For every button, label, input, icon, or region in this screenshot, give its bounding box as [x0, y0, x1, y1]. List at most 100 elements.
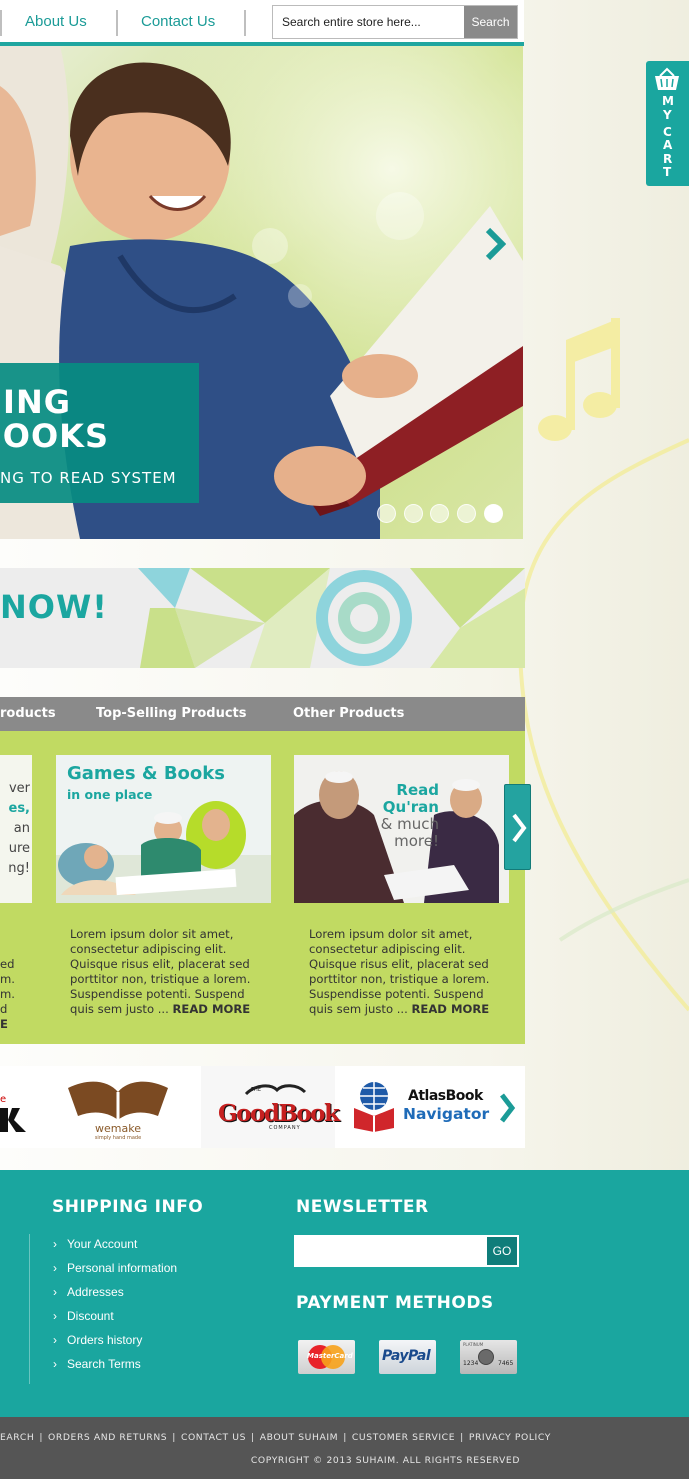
- partial-line: ed: [0, 957, 15, 971]
- brand-tagline: simply hand made: [94, 1135, 142, 1141]
- footer-link-addresses[interactable]: › Addresses: [53, 1285, 124, 1299]
- bottom-link-customer-service[interactable]: CUSTOMER SERVICE: [352, 1432, 455, 1443]
- promo-banner[interactable]: NOW!: [0, 568, 525, 668]
- caption-line: Qu'ran: [382, 798, 439, 816]
- partial-text: es,: [8, 801, 31, 816]
- search-button[interactable]: Search: [464, 6, 517, 38]
- footer-link-discount[interactable]: › Discount: [53, 1309, 114, 1323]
- brand-name-1: AtlasBook: [408, 1088, 483, 1104]
- brand-prefix: THE: [251, 1087, 261, 1093]
- product-image-games-books[interactable]: Games & Books in one place: [56, 755, 271, 903]
- cart-letter: T: [663, 165, 672, 179]
- partial-line: m.: [0, 972, 15, 986]
- partial-line: m.: [0, 987, 15, 1001]
- cart-letter: A: [663, 138, 673, 152]
- hero-next-arrow-icon[interactable]: [484, 226, 506, 262]
- bottom-links: EARCH | ORDERS AND RETURNS | CONTACT US | ABOU…: [0, 1432, 551, 1443]
- brand-carousel: e wemake simply hand made THE GoodBook C…: [0, 1066, 525, 1148]
- bottom-bar: EARCH | ORDERS AND RETURNS | CONTACT US | ABOU…: [0, 1417, 689, 1479]
- brand-logo-partial[interactable]: e: [0, 1066, 30, 1148]
- cart-letter: Y: [663, 108, 672, 122]
- american-express-icon: PLATINUM American Express 1234 7465: [460, 1340, 517, 1374]
- bottom-link-orders-returns[interactable]: ORDERS AND RETURNS: [48, 1432, 167, 1443]
- read-more-link[interactable]: READ MORE: [172, 1002, 250, 1016]
- nav-separator: [0, 10, 2, 36]
- brands-next-arrow-icon[interactable]: [498, 1092, 516, 1124]
- tab-other-products[interactable]: Other Products: [293, 706, 404, 721]
- product-image-title: Games & Books: [67, 763, 225, 784]
- footer-link-label: Addresses: [67, 1285, 124, 1299]
- footer-link-search-terms[interactable]: › Search Terms: [53, 1357, 141, 1371]
- newsletter-email-input[interactable]: [295, 1236, 487, 1266]
- hero-caption-panel: NING BOOKS NG TO READ SYSTEM: [0, 363, 199, 503]
- footer-divider: [29, 1234, 30, 1384]
- partial-text: ure: [8, 841, 30, 856]
- newsletter-title: NEWSLETTER: [296, 1197, 429, 1217]
- payment-name: American Express: [460, 1340, 461, 1341]
- partial-line: d: [0, 1002, 8, 1016]
- footer-link-your-account[interactable]: › Your Account: [53, 1237, 137, 1251]
- brand-logo-goodbook[interactable]: THE GoodBook COMPANY: [201, 1066, 340, 1148]
- bottom-link-search[interactable]: EARCH: [0, 1432, 34, 1443]
- caption-line: & much: [380, 815, 439, 833]
- payment-name: PayPal: [382, 1348, 431, 1364]
- svg-text:e: e: [0, 1094, 6, 1105]
- product-image-subtitle: in one place: [67, 787, 153, 802]
- brand-name-2: Navigator: [403, 1105, 490, 1123]
- bottom-link-about[interactable]: ABOUT SUHAIM: [260, 1432, 339, 1443]
- hero-title-line-1: NING: [0, 383, 71, 421]
- payment-methods-title: PAYMENT METHODS: [296, 1293, 494, 1313]
- bottom-link-contact-us[interactable]: CONTACT US: [181, 1432, 246, 1443]
- product-image-caption: Read Qu'ran & much more!: [381, 782, 439, 850]
- nav-separator: [116, 10, 118, 36]
- nav-separator: [244, 10, 246, 36]
- chevron-right-icon: ›: [53, 1261, 57, 1275]
- footer-link-label: Your Account: [67, 1237, 138, 1251]
- brand-name: wemake: [95, 1122, 141, 1135]
- footer-link-orders-history[interactable]: › Orders history: [53, 1333, 142, 1347]
- product-image-read-quran[interactable]: Read Qu'ran & much more!: [294, 755, 509, 903]
- product-description-partial: ed m. m. d E: [0, 957, 15, 1032]
- chevron-right-icon: ›: [53, 1333, 57, 1347]
- newsletter-go-button[interactable]: GO: [487, 1237, 517, 1265]
- brand-name: GoodBook: [218, 1100, 340, 1127]
- my-cart-tab[interactable]: M Y C A R T: [646, 61, 689, 186]
- footer: SHIPPING INFO › Your Account › Personal in…: [0, 1170, 689, 1417]
- chevron-right-icon: ›: [53, 1285, 57, 1299]
- tab-top-selling[interactable]: Top-Selling Products: [96, 706, 247, 721]
- slider-dot[interactable]: [377, 504, 396, 523]
- cart-letter: C: [663, 125, 672, 139]
- brand-logo-atlasbook[interactable]: AtlasBook Navigator: [350, 1066, 498, 1148]
- nav-link-about-us[interactable]: About Us: [25, 13, 87, 30]
- footer-link-personal-information[interactable]: › Personal information: [53, 1261, 177, 1275]
- chevron-right-icon: ›: [53, 1237, 57, 1251]
- music-note-icon: [538, 318, 620, 441]
- product-next-button[interactable]: [504, 784, 531, 870]
- slider-dot[interactable]: [404, 504, 423, 523]
- tab-products[interactable]: roducts: [0, 706, 56, 721]
- basket-icon: [655, 67, 679, 90]
- partial-text: an: [13, 821, 30, 836]
- nav-link-contact-us[interactable]: Contact Us: [141, 13, 215, 30]
- slider-dot[interactable]: [457, 504, 476, 523]
- card-digits: 1234: [463, 1360, 479, 1367]
- partial-text: ver: [8, 781, 30, 796]
- search-input[interactable]: [273, 6, 465, 38]
- footer-link-label: Personal information: [67, 1261, 178, 1275]
- product-image-partial[interactable]: ver es, an ure ng!: [0, 755, 32, 903]
- brand-suffix: COMPANY: [269, 1125, 301, 1131]
- footer-link-label: Search Terms: [67, 1357, 141, 1371]
- copyright-text: COPYRIGHT © 2013 SUHAIM. ALL RIGHTS RESE…: [250, 1455, 520, 1466]
- hero-slider: NING BOOKS NG TO READ SYSTEM: [0, 46, 523, 539]
- card-emblem: [478, 1349, 494, 1365]
- brand-logo-wemake[interactable]: wemake simply hand made: [58, 1066, 178, 1148]
- globe-book-logo-icon: [354, 1082, 394, 1132]
- read-more-link[interactable]: READ MORE: [411, 1002, 489, 1016]
- slider-dot[interactable]: [430, 504, 449, 523]
- caption-line: Read: [396, 781, 439, 799]
- chevron-right-icon: ›: [53, 1309, 57, 1323]
- card-digits: 7465: [498, 1360, 514, 1367]
- cart-letter: M: [662, 94, 674, 108]
- slider-dot-active[interactable]: [484, 504, 503, 523]
- bottom-link-privacy-policy[interactable]: PRIVACY POLICY: [469, 1432, 551, 1443]
